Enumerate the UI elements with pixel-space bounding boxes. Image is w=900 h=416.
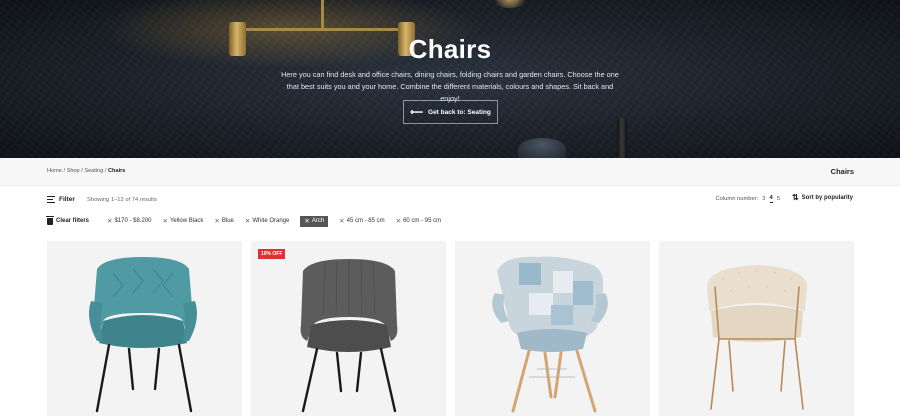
filter-button[interactable]: Filter: [47, 195, 75, 203]
sort-dropdown[interactable]: ⇅ Sort by popularity: [792, 194, 853, 202]
chair-image: [300, 259, 398, 413]
chair-image: [707, 265, 807, 410]
chip-label: White Orange: [252, 218, 290, 224]
sort-icon: ⇅: [791, 193, 799, 202]
column-number-selector: Column number: 3 4 5: [715, 195, 780, 203]
back-button-label: Get back to: Seating: [428, 108, 491, 116]
column-option-5[interactable]: 5: [777, 196, 780, 202]
chip-label: Arch: [311, 218, 325, 224]
filter-chip-arch[interactable]: ✕ Arch: [300, 215, 329, 227]
shop-toolbar: Filter Showing 1–12 of 74 results Column…: [47, 193, 853, 209]
discount-badge: 10% OFF: [258, 249, 286, 259]
breadcrumb-bar: Home / Shop / Seating / Chairs Chairs: [0, 158, 900, 186]
result-count: Showing 1–12 of 74 results: [87, 197, 157, 203]
filter-chip-height[interactable]: ✕ 45 cm - 85 cm: [339, 216, 384, 227]
breadcrumb-shop[interactable]: Shop: [67, 168, 80, 174]
filter-label: Filter: [59, 195, 75, 203]
breadcrumb-home[interactable]: Home: [47, 168, 62, 174]
breadcrumb: Home / Shop / Seating / Chairs: [47, 168, 125, 174]
close-icon: ✕: [107, 218, 113, 225]
arrow-left-icon: ⟵: [410, 106, 424, 117]
filter-chip-blue[interactable]: ✕ Blue: [214, 216, 233, 227]
decor-bottle: [617, 118, 627, 158]
lamp-arm: [240, 28, 405, 31]
column-option-3[interactable]: 3: [762, 196, 765, 202]
close-icon: ✕: [339, 218, 345, 225]
close-icon: ✕: [214, 218, 220, 225]
close-icon: ✕: [162, 218, 168, 225]
section-title: Chairs: [830, 167, 854, 176]
back-to-seating-button[interactable]: ⟵ Get back to: Seating: [403, 100, 498, 124]
hero-banner: Chairs Here you can find desk and office…: [0, 0, 900, 158]
chip-label: 45 cm - 85 cm: [346, 218, 385, 224]
product-card[interactable]: ♡: [455, 241, 650, 416]
breadcrumb-current: Chairs: [108, 168, 126, 174]
lamp-rod: [321, 0, 324, 30]
breadcrumb-seating[interactable]: Seating: [84, 168, 103, 174]
sort-label: Sort by popularity: [801, 195, 853, 201]
chip-label: $170 - $8.200: [114, 218, 152, 224]
heart-icon[interactable]: ♡: [467, 255, 471, 261]
chair-image: [89, 257, 197, 413]
trash-icon: [46, 215, 54, 225]
product-card[interactable]: [47, 241, 242, 416]
chip-label: Yellow Black: [169, 218, 204, 224]
filter-chip-white-orange[interactable]: ✕ White Orange: [245, 216, 289, 227]
filter-chip-yellow-black[interactable]: ✕ Yellow Black: [163, 216, 204, 227]
active-filters: Clear filters ✕ $170 - $8.200 ✕ Yellow Bla…: [46, 215, 452, 227]
filter-chip-price[interactable]: ✕ $170 - $8.200: [107, 216, 151, 227]
column-number-label: Column number:: [715, 196, 759, 202]
chair-image: [492, 256, 608, 413]
product-card[interactable]: [659, 241, 854, 416]
decor-bowl: [518, 138, 566, 158]
column-option-4[interactable]: 4: [769, 195, 773, 203]
clear-filters-button[interactable]: Clear filters: [46, 215, 90, 225]
close-icon: ✕: [395, 218, 402, 225]
product-grid: 10% OFF ♡: [47, 241, 854, 416]
chip-label: 60 cm - 95 cm: [403, 218, 442, 224]
sliders-icon: [47, 195, 55, 203]
close-icon: ✕: [244, 218, 251, 225]
page-title: Chairs: [408, 34, 492, 64]
product-card[interactable]: 10% OFF: [251, 241, 446, 416]
filter-chip-width[interactable]: ✕ 60 cm - 95 cm: [396, 216, 441, 227]
chip-label: Blue: [221, 218, 234, 224]
clear-filters-label: Clear filters: [56, 218, 90, 224]
close-icon: ✕: [304, 218, 310, 225]
